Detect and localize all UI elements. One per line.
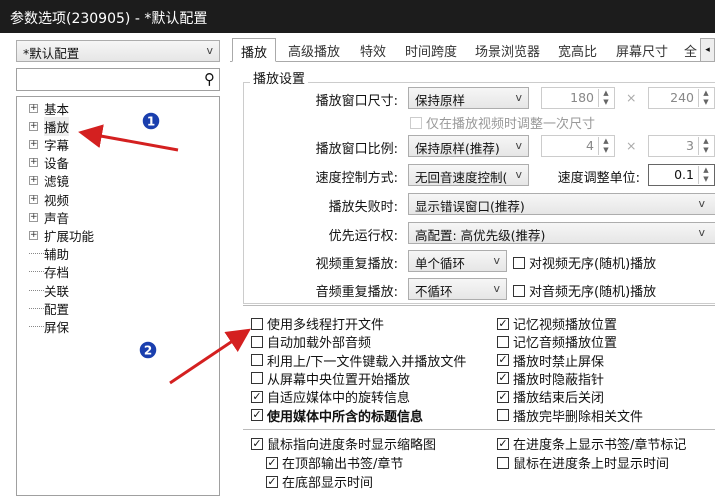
annotation-number-1: 1 (147, 115, 155, 129)
annotation-layer: 1 2 (78, 111, 251, 385)
annotation-arrow-1 (78, 124, 179, 152)
annotation-arrow-2 (169, 328, 251, 385)
tab[interactable]: 播放 (232, 38, 277, 62)
annotation-number-2: 2 (144, 344, 152, 358)
